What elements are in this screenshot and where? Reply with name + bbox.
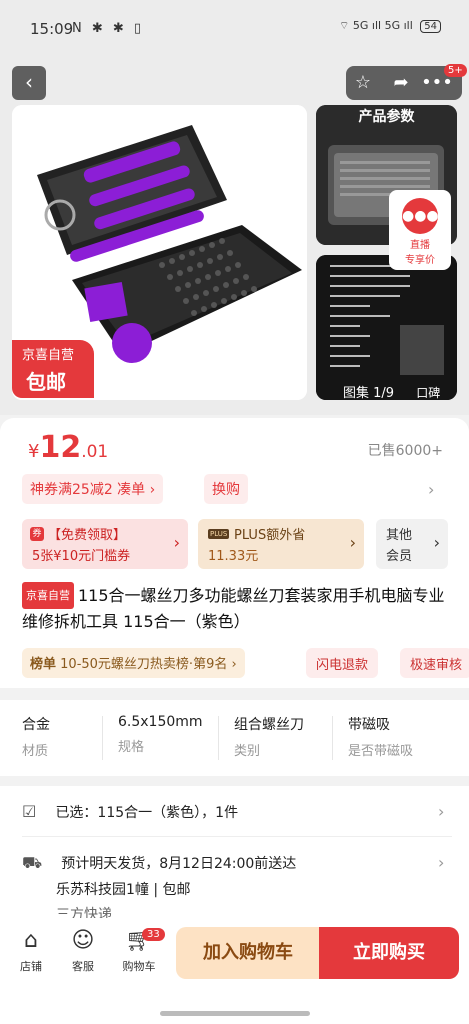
buy-now-button[interactable]: 立即购买 [319,927,459,979]
gallery-counter-text: 图集 1/9 [343,386,395,401]
coupon-promo-tag[interactable]: 神券满25减2 凑单 › [22,474,164,504]
jx-self-operated-tag: 京喜自营 包邮 [12,340,94,398]
chevron-right-icon: › [173,533,180,552]
divider [22,836,452,837]
spec-value: 合金 [22,717,50,733]
signal-icons: ⌔ 5G ıll 5G ıll [339,19,413,32]
live-entry[interactable]: ●●● 直播 专享价 [389,190,451,270]
spec-key: 规格 [118,740,145,755]
spec-category: 组合螺丝刀 类别 [234,714,344,759]
delivery-estimate: 预计明天发货，8月12日24:00前送达 [61,856,297,872]
chevron-right-icon: › [149,482,156,498]
spec-material: 合金 材质 [22,714,132,759]
coupon-icon: 券 [30,527,44,541]
spec-value: 组合螺丝刀 [234,717,304,733]
store-button[interactable]: ⌂ 店铺 [8,928,54,974]
divider [218,716,219,760]
other-line1: 其他 [386,528,413,543]
free-coupon-card[interactable]: 券 【免费领取】 5张¥10元门槛券 › [22,519,188,569]
spec-key: 类别 [234,744,261,759]
spec-key: 是否带磁吸 [348,744,414,759]
reviews-tab[interactable]: 口碑 [416,386,440,400]
add-to-cart-button[interactable]: 加入购物车 [176,927,320,979]
store-icon: ⌂ [24,928,38,953]
divider [102,716,103,760]
service-label: 客服 [72,960,94,973]
other-member-card[interactable]: 其他 会员 › [376,519,448,569]
sold-count: 已售6000+ [367,443,443,459]
live-label: 直播 [410,240,430,251]
status-icons-right: ⌔ 5G ıll 5G ıll 54 [339,19,441,33]
rank-text: 10-50元螺丝刀热卖榜·第9名 › [60,657,237,672]
chevron-right-icon: › [349,533,356,552]
title-text: 115合一螺丝刀多功能螺丝刀套装家用手机电脑专业维修拆机工具 115合一（紫色） [22,586,445,631]
spec-key: 材质 [22,744,49,759]
star-icon: ☆ [354,72,372,93]
product-title: 京喜自营 115合一螺丝刀多功能螺丝刀套装家用手机电脑专业维修拆机工具 115合一… [22,582,452,634]
delivery-row[interactable]: ⛟ 预计明天发货，8月12日24:00前送达 [22,853,296,874]
home-indicator [160,1011,310,1016]
truck-icon: ⛟ [22,853,43,872]
cart-count-badge: 33 [142,928,165,941]
status-icons-left: N ✱ ✱ ▯ [72,21,145,36]
jx-tag-line2: 包邮 [26,370,66,394]
plus-line1: PLUS额外省 [234,528,306,543]
divider [332,716,333,760]
price-symbol: ¥ [28,441,40,462]
coupon-line2: 5张¥10元门槛券 [32,549,131,564]
customer-service-icon: ☺ [71,928,95,953]
spec-size: 6.5x150mm 规格 [118,714,228,755]
gallery-counter[interactable]: 图集 1/9 口碑 [343,382,440,401]
rank-tag[interactable]: 榜单 10-50元螺丝刀热卖榜·第9名 › [22,648,245,678]
share-button[interactable]: ➦ [384,66,418,100]
plus-line2: 11.33元 [208,549,259,564]
delivery-address: 乐苏科技园1幢 | 包邮 [56,882,191,898]
chevron-right-icon[interactable]: › [438,853,444,872]
favorite-button[interactable]: ☆ [346,66,380,100]
chevron-left-icon: ‹ [25,70,33,94]
service-button[interactable]: ☺ 客服 [60,928,106,974]
selection-row[interactable]: ☑ 已选：115合一（紫色），1件 [22,802,238,822]
spec-magnetic: 带磁吸 是否带磁吸 [348,714,458,759]
coupon-line1: 【免费领取】 [48,528,127,543]
service-tag-refund[interactable]: 闪电退款 [306,648,379,678]
cart-label: 购物车 [122,960,156,973]
chevron-right-icon: › [433,533,440,552]
coupon-promo-text: 神券满25减2 凑单 [30,482,146,498]
store-label: 店铺 [20,960,42,973]
plus-icon: PLUS [208,529,230,539]
chevron-right-icon[interactable]: › [438,802,444,821]
status-time: 15:09 [30,20,74,38]
param-title: 产品参数 [358,109,415,125]
jx-tag-line1: 京喜自营 [22,348,75,363]
battery-icon: 54 [420,20,441,33]
exchange-tag[interactable]: 换购 [204,474,248,504]
chevron-right-icon[interactable]: › [428,480,434,499]
price: ¥12.01 [28,430,108,465]
spec-value: 带磁吸 [348,717,390,733]
price-integer: 12 [39,430,82,465]
product-detail-thumbnail[interactable] [316,255,457,400]
plus-savings-card[interactable]: PLUS PLUS额外省 11.33元 › [198,519,364,569]
back-button[interactable]: ‹ [12,66,46,100]
service-tag-review[interactable]: 极速审核 [400,648,469,678]
selection-text: 已选：115合一（紫色），1件 [55,805,239,821]
spec-value: 6.5x150mm [118,714,203,730]
live-price-label: 专享价 [405,255,435,266]
share-icon: ➦ [393,72,409,93]
price-decimal: .01 [81,442,109,462]
selected-icon: ☑ [22,802,37,821]
status-bar: 15:09 N ✱ ✱ ▯ ⌔ 5G ıll 5G ıll 54 [0,0,469,60]
rank-label: 榜单 [30,657,57,672]
jx-badge: 京喜自营 [22,582,74,609]
bits-chart-illustration [316,255,457,400]
live-icon: ●●● [402,198,439,234]
more-badge: 5+ [444,64,467,77]
other-line2: 会员 [386,549,413,564]
